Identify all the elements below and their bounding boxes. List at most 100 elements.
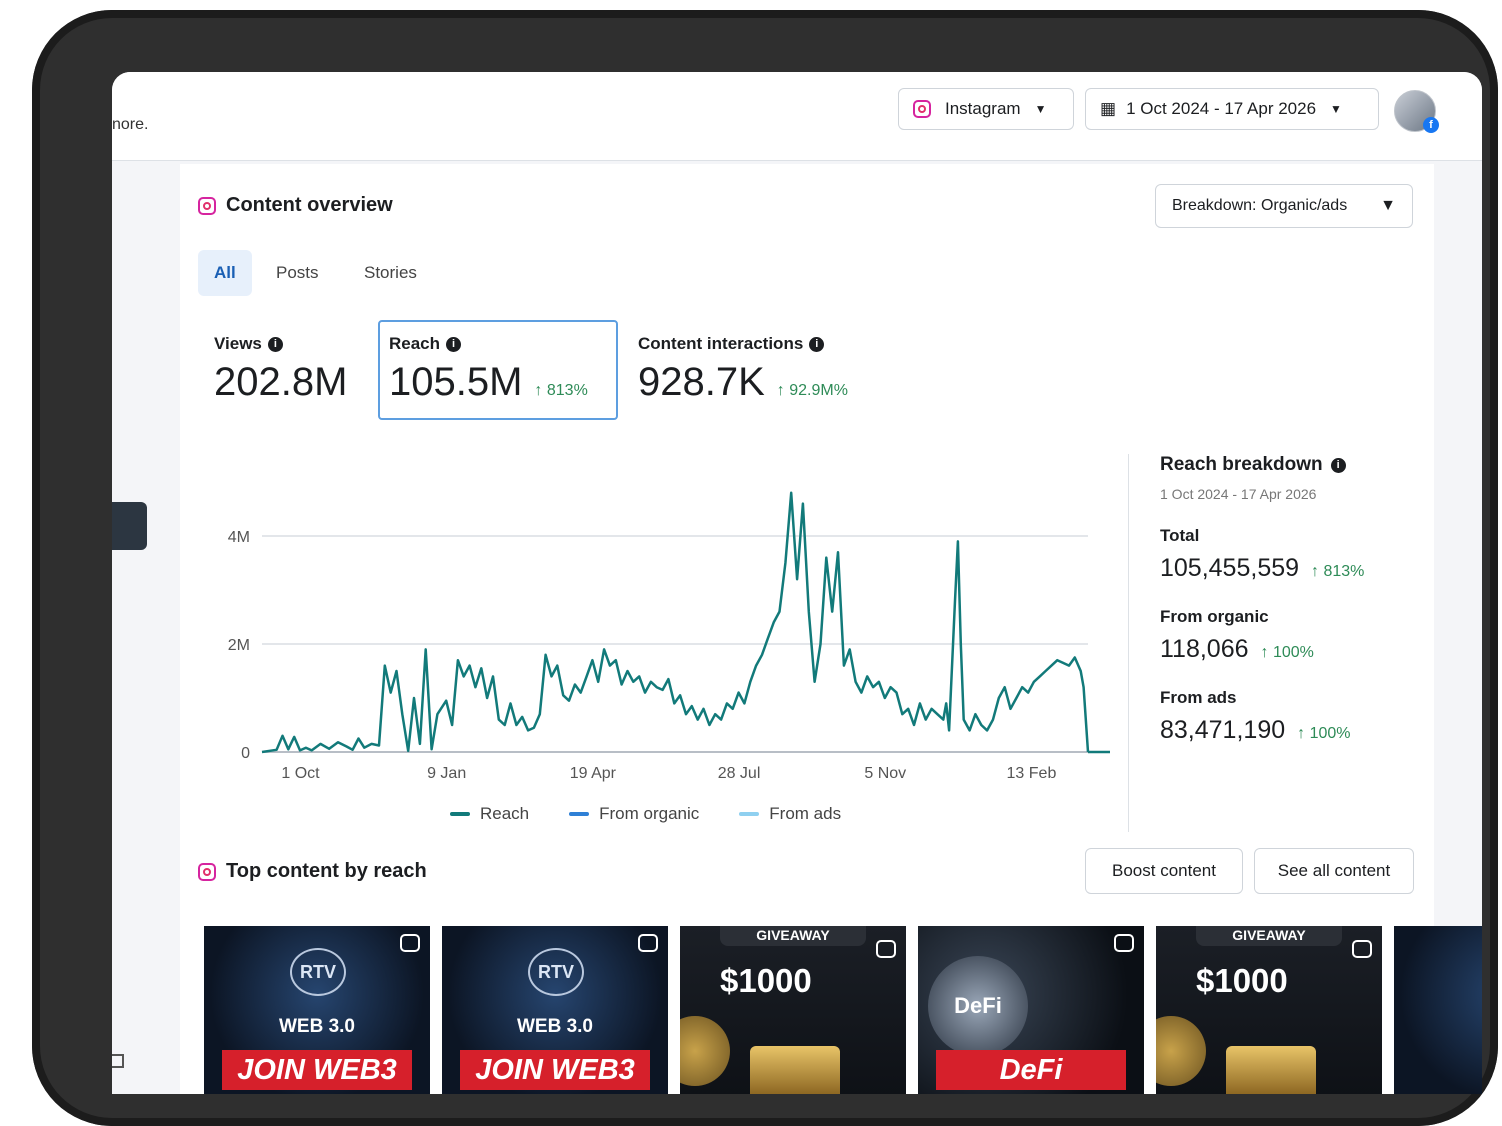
reach-breakdown-panel: Reach breakdown i 1 Oct 2024 - 17 Apr 202…	[1160, 454, 1420, 745]
chart-series	[261, 491, 1110, 754]
series-line-reach-tail	[1088, 750, 1110, 754]
metric-views[interactable]: Views i 202.8M	[214, 334, 347, 405]
collapse-icon[interactable]	[112, 1054, 124, 1068]
panel-date-range: 1 Oct 2024 - 17 Apr 2026	[1160, 486, 1317, 502]
y-axis-ticks: 0 2M 4M	[228, 529, 250, 762]
tablet-frame: nore. Instagram ▼ ▦ 1 Oct 2024 - 17 Apr …	[32, 10, 1498, 1126]
platform-dropdown[interactable]: Instagram ▼	[898, 88, 1074, 130]
chart-legend: Reach From organic From ads	[450, 804, 841, 824]
reel-icon	[400, 934, 420, 952]
content-overview-card: Content overview Breakdown: Organic/ads …	[180, 164, 1482, 1094]
metric-value: 202.8M	[214, 360, 348, 404]
content-thumbnail-partial[interactable]	[1394, 926, 1482, 1094]
x-tick-label: 5 Nov	[864, 765, 906, 782]
metric-label: Views	[214, 334, 262, 353]
x-tick-label: 19 Apr	[570, 765, 617, 782]
date-range-dropdown[interactable]: ▦ 1 Oct 2024 - 17 Apr 2026 ▼	[1085, 88, 1379, 130]
tab-label: Posts	[276, 263, 319, 282]
breakdown-label-organic: From organic	[1160, 607, 1269, 626]
gold-image	[1226, 1046, 1316, 1094]
see-all-content-button[interactable]: See all content	[1254, 848, 1414, 894]
y-tick-label: 2M	[228, 637, 250, 654]
tab-posts[interactable]: Posts	[260, 250, 335, 296]
breakdown-delta: ↑ 100%	[1260, 644, 1314, 661]
thumbnail-text: WEB 3.0	[516, 1016, 594, 1037]
content-thumbnail[interactable]: RTV WEB 3.0 JOIN WEB3	[204, 926, 430, 1094]
panel-title: Reach breakdown	[1160, 454, 1323, 475]
chevron-down-icon: ▼	[1330, 102, 1342, 116]
breakdown-label-ads: From ads	[1160, 688, 1237, 707]
section-title: Content overview	[226, 194, 393, 216]
top-content-header: Top content by reach	[198, 860, 427, 883]
thumbnail-banner: JOIN WEB3	[460, 1050, 650, 1090]
metric-delta: ↑ 92.9M%	[776, 382, 848, 399]
gold-image	[750, 1046, 840, 1094]
tab-label: Stories	[364, 263, 417, 282]
instagram-icon	[913, 100, 931, 118]
content-thumbnail[interactable]: DeFi DeFi	[918, 926, 1144, 1094]
metric-value: 105.5M	[389, 360, 523, 404]
y-tick-label: 4M	[228, 529, 250, 546]
coin-image	[680, 1016, 730, 1086]
section-title: Top content by reach	[226, 860, 427, 882]
thumbnail-text: WEB 3.0	[278, 1016, 356, 1037]
legend-reach[interactable]: Reach	[450, 804, 529, 824]
top-bar: nore. Instagram ▼ ▦ 1 Oct 2024 - 17 Apr …	[112, 72, 1482, 161]
content-thumbnail[interactable]: GIVEAWAY $1000	[1156, 926, 1382, 1094]
facebook-icon: f	[1423, 117, 1439, 133]
instagram-icon	[198, 196, 216, 215]
app-screen: nore. Instagram ▼ ▦ 1 Oct 2024 - 17 Apr …	[112, 72, 1482, 1094]
reach-line-chart: 0 2M 4M 1 Oct 9 Jan 19 Apr 28 Jul 5 Nov 13 Feb	[228, 491, 1110, 782]
metric-label: Reach	[389, 334, 441, 353]
metric-value: 928.7K	[638, 360, 765, 404]
breakdown-delta: ↑ 100%	[1297, 725, 1351, 742]
breakdown-label-total: Total	[1160, 526, 1200, 545]
content-thumbnail[interactable]: GIVEAWAY $1000	[680, 926, 906, 1094]
content-thumbnail[interactable]: RTV WEB 3.0 JOIN WEB3	[442, 926, 668, 1094]
legend-label: From organic	[599, 804, 700, 823]
thumbnail-logo: RTV	[528, 948, 584, 996]
reel-icon	[1352, 940, 1372, 958]
instagram-icon	[198, 862, 216, 881]
legend-label: Reach	[480, 804, 530, 823]
metric-content-interactions[interactable]: Content interactions i 928.7K ↑ 92.9M%	[638, 334, 848, 405]
top-content-list: RTV WEB 3.0 JOIN WEB3 RTV WEB 3.0 JOIN W…	[204, 926, 1482, 1094]
reel-icon	[1114, 934, 1134, 952]
chevron-down-icon: ▼	[1034, 102, 1047, 116]
thumbnail-banner: JOIN WEB3	[222, 1050, 412, 1090]
thumbnail-amount: $1000	[720, 962, 812, 999]
info-icon[interactable]: i	[1330, 457, 1346, 473]
breakdown-label: Breakdown: Organic/ads	[1172, 197, 1348, 214]
x-axis-ticks: 1 Oct 9 Jan 19 Apr 28 Jul 5 Nov 13 Feb	[281, 765, 1056, 782]
x-tick-label: 1 Oct	[281, 765, 320, 782]
thumbnail-logo: DeFi	[928, 956, 1028, 1056]
info-icon[interactable]: i	[267, 336, 283, 352]
info-icon[interactable]: i	[446, 336, 462, 352]
x-tick-label: 13 Feb	[1007, 765, 1057, 782]
metric-reach[interactable]: Reach i 105.5M ↑ 813%	[389, 334, 588, 405]
tab-all[interactable]: All	[198, 250, 252, 296]
side-panel-handle[interactable]	[112, 502, 147, 550]
breakdown-dropdown[interactable]: Breakdown: Organic/ads ▼	[1155, 184, 1413, 228]
breakdown-value-organic: 118,066	[1160, 635, 1249, 663]
calendar-icon: ▦	[1100, 99, 1117, 118]
x-tick-label: 28 Jul	[718, 765, 761, 782]
content-overview-header: Content overview	[198, 194, 393, 217]
breakdown-delta: ↑ 813%	[1311, 563, 1365, 580]
y-tick-label: 0	[241, 745, 250, 762]
legend-from-organic[interactable]: From organic	[569, 804, 699, 824]
tab-stories[interactable]: Stories	[348, 250, 433, 296]
legend-from-ads[interactable]: From ads	[739, 804, 841, 824]
boost-content-button[interactable]: Boost content	[1085, 848, 1243, 894]
avatar[interactable]: f	[1394, 90, 1439, 133]
breakdown-value-ads: 83,471,190	[1160, 716, 1286, 744]
series-line-reach	[261, 491, 1090, 754]
legend-swatch	[450, 812, 470, 816]
thumbnail-top-label: GIVEAWAY	[1196, 926, 1342, 946]
date-range-label: 1 Oct 2024 - 17 Apr 2026	[1126, 99, 1317, 118]
chevron-down-icon: ▼	[1380, 197, 1396, 214]
coin-image	[1156, 1016, 1206, 1086]
legend-label: From ads	[769, 804, 842, 823]
info-icon[interactable]: i	[809, 336, 825, 352]
metric-label: Content interactions	[638, 334, 804, 353]
